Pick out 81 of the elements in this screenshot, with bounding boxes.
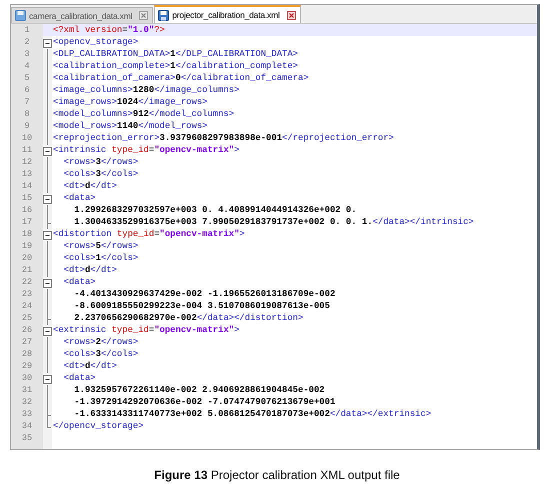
code-line: <extrinsic type_id="opencv-matrix">: [53, 324, 240, 336]
line-number: 27: [20, 336, 34, 348]
fold-minus-icon: [43, 193, 52, 205]
line-number: 4: [23, 60, 31, 72]
code-line: <rows>2</rows>: [62, 336, 138, 348]
line-number: 34: [20, 420, 34, 432]
line-number: 22: [20, 276, 34, 288]
line-number: 5: [23, 72, 31, 84]
line-number: 24: [20, 300, 34, 312]
code-line: 1.2992683297032597e+003 0. 4.4089914044914326e+002 0.: [73, 204, 357, 216]
file-tab[interactable]: projector_calibration_data.xml: [154, 5, 301, 23]
code-line: <calibration_complete>1</calibration_complete>: [53, 60, 298, 72]
line-number: 9: [23, 120, 31, 132]
line-number: 6: [23, 84, 31, 96]
code-line: <dt>d</dt>: [62, 360, 117, 372]
close-icon: [286, 10, 296, 20]
line-number: 28: [20, 348, 34, 360]
fold-minus-icon: [43, 277, 52, 289]
code-line: <data>: [62, 192, 96, 204]
line-number: 18: [20, 228, 34, 240]
line-number: 20: [20, 252, 34, 264]
line-number: 7: [23, 96, 31, 108]
line-number: 32: [20, 396, 34, 408]
line-number: 30: [20, 372, 34, 384]
code-line: -8.6009185550299223e-004 3.5107086019087613e-005: [73, 300, 330, 312]
line-number: 10: [20, 132, 34, 144]
code-line: <?xml version="1.0"?>: [53, 24, 165, 36]
code-line: <data>: [62, 276, 96, 288]
code-line: <image_rows>1024</image_rows>: [53, 96, 208, 108]
line-number: 8: [23, 108, 31, 120]
line-number: 16: [20, 204, 34, 216]
line-number: 29: [20, 360, 34, 372]
fold-minus-icon: [43, 325, 52, 337]
line-number: 13: [20, 168, 34, 180]
code-line: <opencv_storage>: [53, 36, 138, 48]
line-number: 11: [20, 144, 34, 156]
fold-minus-icon: [43, 145, 52, 157]
fold-minus-icon: [43, 229, 52, 241]
code-line: <DLP_CALIBRATION_DATA>1</DLP_CALIBRATION_DATA>: [53, 48, 298, 60]
code-line: <calibration_of_camera>0</calibration_of_camera>: [53, 72, 309, 84]
line-number: 26: [20, 324, 34, 336]
line-number: 25: [20, 312, 34, 324]
line-number: 14: [20, 180, 34, 192]
line-number: 19: [20, 240, 34, 252]
line-number: 2: [23, 36, 31, 48]
line-number: 21: [20, 264, 34, 276]
fold-minus-icon: [43, 373, 52, 385]
code-line: </opencv_storage>: [53, 420, 144, 432]
line-number: 1: [11, 24, 43, 36]
line-number: 12: [20, 156, 34, 168]
code-line: <dt>d</dt>: [62, 180, 117, 192]
code-line: <data>: [62, 372, 96, 384]
code-line: -1.6333143311740773e+002 5.0868125470187073e+002</data></extrinsic>: [73, 408, 432, 420]
line-number: 31: [20, 384, 34, 396]
code-line: -1.3972914292070636e-002 -7.0747479076213679e+001: [73, 396, 336, 408]
line-number: 17: [20, 216, 34, 228]
code-line: <rows>3</rows>: [62, 156, 138, 168]
code-line: <rows>5</rows>: [62, 240, 138, 252]
line-number: 35: [20, 432, 34, 444]
code-line: <intrinsic type_id="opencv-matrix">: [53, 144, 240, 156]
code-line: <cols>3</cols>: [62, 348, 138, 360]
close-icon: [139, 11, 148, 20]
code-line: <cols>1</cols>: [62, 252, 138, 264]
code-line: <model_columns>912</model_columns>: [53, 108, 234, 120]
line-number: 23: [20, 288, 34, 300]
code-line: <distortion type_id="opencv-matrix">: [53, 228, 245, 240]
line-number: 33: [20, 408, 34, 420]
code-line: <image_columns>1280</image_columns>: [53, 84, 240, 96]
code-line: 1.3004633529916375e+003 7.9905029183791737e+002 0. 0. 1.</data></intrinsic>: [73, 216, 474, 228]
code-line: <dt>d</dt>: [62, 264, 117, 276]
code-line: 1.9325957672261140e-002 2.9406928861904845e-002: [73, 384, 325, 396]
file-tab[interactable]: camera_calibration_data.xml: [11, 7, 154, 23]
line-number: 3: [23, 48, 31, 60]
code-line: <cols>3</cols>: [62, 168, 138, 180]
code-line: <model_rows>1140</model_rows>: [53, 120, 208, 132]
code-line: 2.2370656290682970e-002</data></distortion>: [73, 312, 304, 324]
fold-minus-icon: [43, 37, 52, 49]
figure-caption: Figure 13 Projector calibration XML output file: [153, 468, 401, 482]
code-line: -4.4013430929637429e-002 -1.1965526013186709e-002: [73, 288, 336, 300]
line-number: 15: [20, 192, 34, 204]
code-line: <reprojection_error>3.9379608297983898e-001</reprojection_error>: [53, 132, 394, 144]
